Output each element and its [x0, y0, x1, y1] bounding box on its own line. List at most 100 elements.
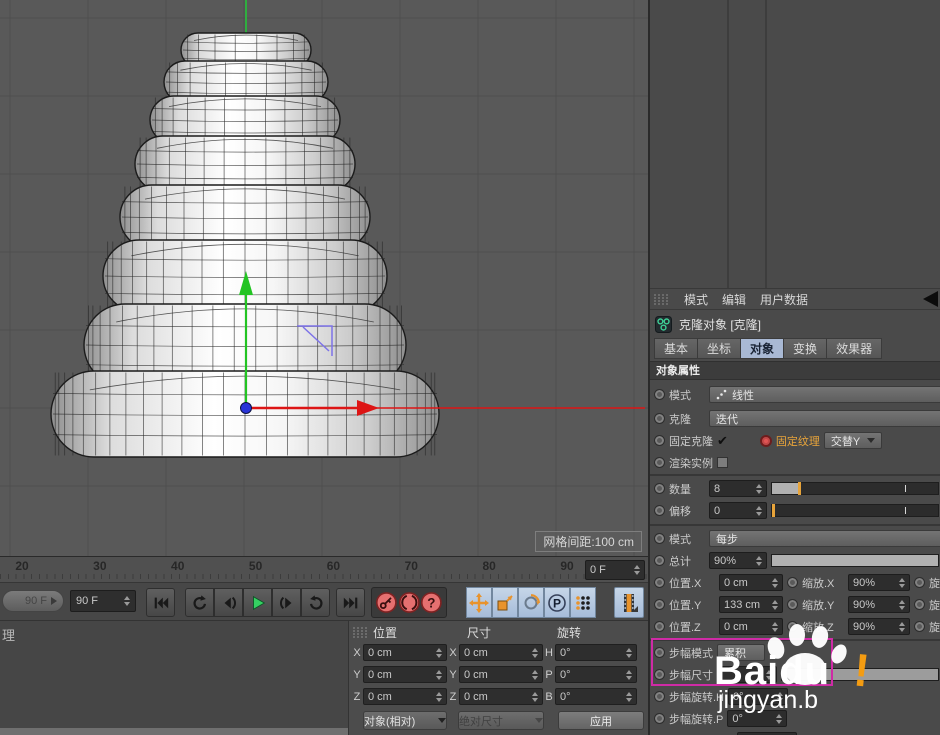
frame-spinner-arrows[interactable] — [634, 565, 640, 575]
timeline-ruler[interactable]: 2030405060708090 0 F — [0, 556, 648, 582]
autokey-button[interactable] — [398, 591, 421, 614]
clone-scale-z-input[interactable]: 90% — [848, 618, 910, 635]
anim-dot-icon[interactable] — [787, 599, 798, 610]
key-rotation-toggle[interactable] — [518, 587, 544, 618]
anim-dot-icon[interactable] — [654, 389, 665, 400]
play-backwards-button[interactable] — [185, 588, 214, 617]
render-instance-checkbox[interactable] — [717, 457, 728, 468]
anim-dot-icon[interactable] — [914, 577, 925, 588]
previous-frame-button[interactable] — [214, 588, 243, 617]
material-manager-panel[interactable]: 理 — [0, 620, 348, 735]
menu-grip-icon[interactable] — [654, 293, 670, 305]
anim-dot-icon[interactable] — [654, 505, 665, 516]
rot-b-input[interactable]: 0° — [555, 688, 637, 705]
pos-z-input[interactable]: 0 cm — [363, 688, 447, 705]
key-position-toggle[interactable] — [466, 587, 492, 618]
offset-input[interactable]: 0 — [709, 502, 767, 519]
anim-dot-icon[interactable] — [654, 435, 665, 446]
viewport-3d[interactable]: 网格间距:100 cm — [0, 0, 648, 556]
tab-坐标[interactable]: 坐标 — [697, 338, 741, 359]
panel-grip-icon[interactable] — [353, 626, 368, 642]
key-parameter-toggle[interactable]: P — [544, 587, 570, 618]
step-size-label: 步幅尺寸 — [669, 667, 713, 683]
total-slider[interactable] — [771, 554, 939, 567]
play-forward-loop-button[interactable] — [301, 588, 330, 617]
goto-end-button[interactable] — [336, 588, 365, 617]
panel-back-arrow[interactable] — [923, 291, 938, 307]
anim-dot-icon[interactable] — [654, 555, 665, 566]
transport-bar: 90 F 90 F — [0, 582, 648, 620]
step-mode-dropdown[interactable]: 每步 — [709, 530, 940, 547]
clone-pos-y-input[interactable]: 133 cm — [719, 596, 783, 613]
next-frame-button[interactable] — [272, 588, 301, 617]
anim-dot-icon[interactable] — [654, 691, 665, 702]
coords-size-mode-dropdown[interactable]: 绝对尺寸 — [458, 711, 544, 730]
question-icon: ? — [428, 596, 436, 611]
anim-dot-icon[interactable] — [654, 647, 665, 658]
ruler-tick-70: 70 — [400, 559, 422, 573]
current-frame-field[interactable]: 90 F — [70, 590, 136, 612]
size-y-input[interactable]: 0 cm — [459, 666, 543, 683]
anim-dot-icon[interactable] — [914, 599, 925, 610]
ruler-tick-80: 80 — [478, 559, 500, 573]
anim-dot-icon[interactable] — [654, 413, 665, 424]
anim-dot-icon[interactable] — [787, 577, 798, 588]
size-z-input[interactable]: 0 cm — [459, 688, 543, 705]
clone-scale-x-input[interactable]: 90% — [848, 574, 910, 591]
keyframe-help-button[interactable]: ? — [420, 591, 443, 614]
pos-y-input[interactable]: 0 cm — [363, 666, 447, 683]
anim-dot-icon[interactable] — [654, 533, 665, 544]
anim-dot-icon[interactable] — [654, 483, 665, 494]
menu-mode[interactable]: 模式 — [684, 291, 708, 308]
grid-spacing-label: 网格间距:100 cm — [535, 531, 642, 552]
size-x-input[interactable]: 0 cm — [459, 644, 543, 661]
fix-texture-radio[interactable] — [760, 435, 772, 447]
record-keyframe-button[interactable] — [375, 591, 398, 614]
anim-dot-icon[interactable] — [654, 457, 665, 468]
current-frame-spinner[interactable] — [124, 596, 130, 606]
anim-dot-icon[interactable] — [654, 669, 665, 680]
tab-效果器[interactable]: 效果器 — [826, 338, 882, 359]
anim-dot-icon[interactable] — [654, 621, 665, 632]
clone-scale-y-input[interactable]: 90% — [848, 596, 910, 613]
key-pla-toggle[interactable] — [570, 587, 596, 618]
ruler-tick-50: 50 — [245, 559, 267, 573]
fix-clone-checkbox[interactable]: ✔ — [717, 434, 728, 447]
tab-变换[interactable]: 变换 — [783, 338, 827, 359]
linear-mode-icon — [716, 389, 727, 400]
anim-dot-icon[interactable] — [654, 599, 665, 610]
alternate-y-dropdown[interactable]: 交替Y — [824, 432, 882, 449]
anim-dot-icon[interactable] — [914, 621, 925, 632]
menu-edit[interactable]: 编辑 — [722, 291, 746, 308]
count-input[interactable]: 8 — [709, 480, 767, 497]
frame-number-field[interactable]: 0 F — [585, 560, 645, 580]
play-button[interactable] — [243, 588, 272, 617]
row-fix-clone: 固定克隆 ✔ 固定纹理 交替Y — [654, 430, 940, 451]
row-offset: 偏移 0 — [654, 500, 940, 521]
step-mode-label: 模式 — [669, 531, 705, 547]
mode-dropdown[interactable]: 线性 — [709, 386, 940, 403]
rot-p-input[interactable]: 0° — [555, 666, 637, 683]
anim-dot-icon[interactable] — [654, 577, 665, 588]
clone-pos-x-input[interactable]: 0 cm — [719, 574, 783, 591]
rot-h-input[interactable]: 0° — [555, 644, 637, 661]
key-scale-toggle[interactable] — [492, 587, 518, 618]
offset-slider[interactable] — [771, 504, 939, 517]
coords-mode-dropdown[interactable]: 对象(相对) — [363, 711, 447, 730]
row-mode: 模式 线性 — [654, 384, 940, 405]
count-slider[interactable] — [771, 482, 939, 495]
goto-start-button[interactable] — [146, 588, 175, 617]
total-input[interactable]: 90% — [709, 552, 767, 569]
tab-基本[interactable]: 基本 — [654, 338, 698, 359]
preview-range-end-handle[interactable]: 90 F — [2, 590, 64, 612]
z-axis-origin-dot[interactable] — [241, 403, 252, 414]
pos-x-input[interactable]: 0 cm — [363, 644, 447, 661]
anim-dot-icon[interactable] — [654, 713, 665, 724]
coords-row-x: X 0 cm X 0 cm H 0° — [351, 643, 637, 662]
tab-对象[interactable]: 对象 — [740, 338, 784, 359]
clone-dropdown[interactable]: 迭代 — [709, 410, 940, 427]
apply-button[interactable]: 应用 — [558, 711, 644, 730]
menu-userdata[interactable]: 用户数据 — [760, 291, 808, 308]
next-frame-icon — [278, 594, 296, 612]
motion-system-button[interactable] — [614, 587, 644, 618]
